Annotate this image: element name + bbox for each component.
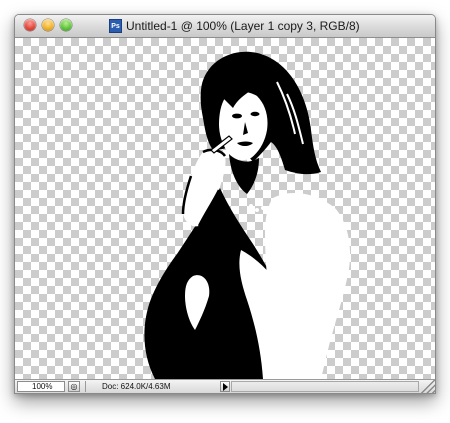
resize-grip-icon[interactable] bbox=[421, 380, 435, 393]
status-menu-icon[interactable]: ◎ bbox=[68, 381, 80, 392]
status-bar: 100% ◎ Doc: 624.0K/4.63M bbox=[15, 379, 435, 393]
close-icon[interactable] bbox=[24, 19, 36, 31]
right-eye bbox=[250, 111, 260, 117]
triangle-right-icon[interactable] bbox=[220, 381, 230, 392]
window-title: Untitled-1 @ 100% (Layer 1 copy 3, RGB/8… bbox=[126, 19, 360, 33]
horizontal-scrollbar[interactable] bbox=[231, 381, 419, 392]
document-size-info: Doc: 624.0K/4.63M bbox=[85, 381, 219, 392]
left-eye bbox=[232, 113, 242, 119]
title-bar[interactable]: Ps Untitled-1 @ 100% (Layer 1 copy 3, RG… bbox=[15, 15, 435, 38]
necklace-bead bbox=[249, 204, 253, 208]
photoshop-document-icon: Ps bbox=[109, 19, 122, 33]
image-canvas[interactable] bbox=[15, 38, 435, 379]
necklace-bead bbox=[261, 206, 265, 210]
necklace-bead bbox=[255, 208, 259, 212]
zoom-level-field[interactable]: 100% bbox=[17, 381, 65, 392]
artwork bbox=[144, 51, 351, 379]
window-title-group: Ps Untitled-1 @ 100% (Layer 1 copy 3, RG… bbox=[109, 18, 360, 34]
minimize-icon[interactable] bbox=[42, 19, 54, 31]
document-window: Ps Untitled-1 @ 100% (Layer 1 copy 3, RG… bbox=[14, 14, 436, 394]
zoom-icon[interactable] bbox=[60, 19, 72, 31]
